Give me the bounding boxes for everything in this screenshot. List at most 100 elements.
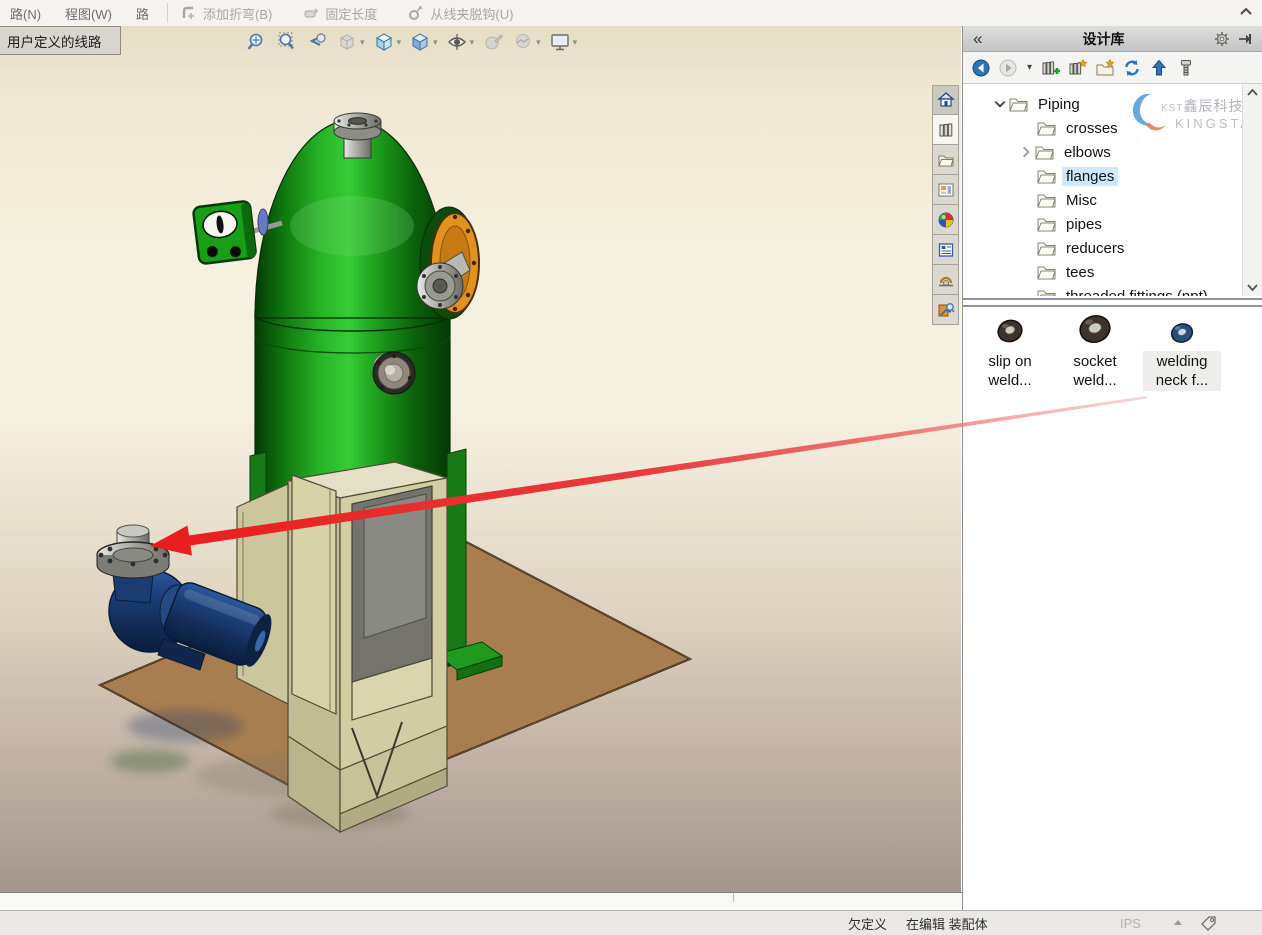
section-view-button[interactable]: ▾ (336, 31, 365, 53)
view-settings-icon (549, 31, 571, 53)
collapse-toolbar-chevron-icon[interactable] (1238, 4, 1254, 20)
display-style-caret[interactable]: ▾ (433, 38, 438, 47)
section-view-caret[interactable]: ▾ (360, 38, 365, 47)
panel-pin-icon[interactable] (1238, 31, 1254, 47)
view-settings-button[interactable]: ▾ (549, 31, 578, 53)
zoom-to-area-icon (276, 31, 298, 53)
hide-show-items-button[interactable]: ▾ (446, 31, 475, 53)
toolbox-bolt-icon[interactable] (1176, 58, 1196, 78)
add-to-library-icon[interactable] (1041, 58, 1061, 78)
tree-item-tees[interactable]: tees (1037, 260, 1098, 284)
tag-icon[interactable] (1200, 915, 1217, 932)
folder-icon (1037, 264, 1056, 280)
display-style-button[interactable]: ▾ (409, 31, 438, 53)
chevron-down-icon[interactable] (993, 97, 1007, 111)
add-bend-button[interactable]: 添加折弯(B) (180, 4, 272, 23)
tab-solidworks-resources[interactable] (932, 85, 959, 115)
tree-label: tees (1062, 263, 1098, 282)
library-item-welding-neck[interactable]: weldingneck f... (1143, 310, 1221, 391)
solidworks-window: 路(N) 程图(W) 路 添加折弯(B) 固定长度 从线夹脱钩(U) (0, 0, 1262, 935)
tree-label: elbows (1060, 143, 1115, 162)
scroll-up-icon[interactable] (1243, 86, 1262, 100)
tree-item-pipes[interactable]: pipes (1037, 212, 1106, 236)
fixed-length-icon (302, 5, 319, 22)
tree-label: reducers (1062, 239, 1128, 258)
tree-item-misc[interactable]: Misc (1037, 188, 1101, 212)
folder-icon (1037, 168, 1056, 184)
create-new-folder-icon[interactable] (1095, 58, 1115, 78)
tree-label: Misc (1062, 191, 1101, 210)
slip-on-weld-flange-thumbnail (991, 314, 1029, 348)
design-library-icon (937, 121, 955, 139)
apply-scene-icon (512, 31, 534, 53)
units-indicator[interactable]: IPS (1120, 916, 1141, 931)
graphics-viewport[interactable]: ▾ ▾ ▾ (0, 26, 961, 892)
tree-item-piping[interactable]: Piping (993, 92, 1084, 116)
pipe-clip-icon (937, 271, 955, 289)
back-button-icon[interactable] (971, 58, 991, 78)
view-settings-caret[interactable]: ▾ (573, 38, 578, 47)
panel-collapse-button[interactable]: « (973, 29, 993, 49)
add-file-location-icon[interactable] (1068, 58, 1088, 78)
hide-show-items-icon (446, 31, 468, 53)
refresh-icon[interactable] (1122, 58, 1142, 78)
status-message-strip (0, 892, 962, 910)
view-palette-icon (937, 181, 955, 199)
view-orientation-caret[interactable]: ▾ (397, 38, 402, 47)
menu-item-route2[interactable]: 路 (136, 4, 149, 23)
zoom-to-area-button[interactable] (276, 31, 298, 53)
status-strip-divider (733, 893, 734, 902)
top-toolbar: 路(N) 程图(W) 路 添加折弯(B) 固定长度 从线夹脱钩(U) (0, 0, 1262, 27)
menu-item-drawing[interactable]: 程图(W) (65, 4, 112, 23)
tree-item-crosses[interactable]: crosses (1037, 116, 1122, 140)
tree-item-reducers[interactable]: reducers (1037, 236, 1128, 260)
edit-appearance-button[interactable] (482, 31, 504, 53)
library-item-label: slip onweld... (971, 351, 1049, 391)
design-library-panel: « 设计库 (962, 26, 1262, 910)
forward-button-icon[interactable] (998, 58, 1018, 78)
tab-user-defined-route-label: 用户定义的线路 (7, 31, 102, 51)
move-up-icon[interactable] (1149, 58, 1169, 78)
folder-icon (1037, 120, 1056, 136)
tab-file-explorer[interactable] (932, 145, 959, 175)
view-orientation-button[interactable]: ▾ (373, 31, 402, 53)
apply-scene-button[interactable]: ▾ (512, 31, 541, 53)
folder-icon (1037, 288, 1056, 296)
tree-item-threaded-fittings[interactable]: threaded fittings (npt) (1037, 284, 1212, 296)
apply-scene-caret[interactable]: ▾ (536, 38, 541, 47)
tree-item-elbows[interactable]: elbows (1019, 140, 1115, 164)
appearances-sphere-icon (937, 211, 955, 229)
design-library-tree: Piping crosses elbows (963, 84, 1241, 296)
tab-appearances-scenes[interactable] (932, 205, 959, 235)
toolbar-separator (167, 3, 168, 23)
tab-custom-properties[interactable] (932, 235, 959, 265)
custom-properties-icon (937, 241, 955, 259)
units-caret-icon[interactable] (1174, 920, 1182, 925)
panel-splitter[interactable] (963, 298, 1262, 307)
tab-routing-library[interactable] (932, 295, 959, 325)
library-item-socket-weld[interactable]: socketweld... (1056, 310, 1134, 391)
menu-item-route[interactable]: 路(N) (10, 4, 41, 23)
view-orientation-icon (373, 31, 395, 53)
socket-weld-flange-thumbnail (1074, 310, 1116, 348)
zoom-to-fit-button[interactable] (246, 31, 268, 53)
tab-design-library[interactable] (932, 115, 959, 145)
history-dropdown-caret[interactable]: ▾ (1027, 62, 1032, 73)
status-bar: 欠定义 在编辑 装配体 IPS (0, 910, 1262, 935)
assembly-3d-scene[interactable] (0, 26, 961, 892)
design-library-titlebar: « 设计库 (963, 26, 1262, 52)
detach-from-clip-button[interactable]: 从线夹脱钩(U) (407, 4, 513, 23)
tree-item-flanges[interactable]: flanges (1037, 164, 1118, 188)
tab-routing-clips[interactable] (932, 265, 959, 295)
previous-view-button[interactable] (306, 31, 328, 53)
hide-show-items-caret[interactable]: ▾ (470, 38, 475, 47)
tree-scrollbar[interactable] (1242, 84, 1262, 296)
design-library-toolbar: ▾ (963, 52, 1262, 84)
tab-view-palette[interactable] (932, 175, 959, 205)
fixed-length-button[interactable]: 固定长度 (302, 4, 377, 23)
scroll-down-icon[interactable] (1243, 280, 1262, 294)
panel-options-gear-icon[interactable] (1214, 31, 1230, 47)
library-item-slip-on-weld[interactable]: slip onweld... (971, 310, 1049, 391)
tab-user-defined-route[interactable]: 用户定义的线路 (0, 26, 121, 55)
chevron-right-icon[interactable] (1019, 145, 1033, 159)
